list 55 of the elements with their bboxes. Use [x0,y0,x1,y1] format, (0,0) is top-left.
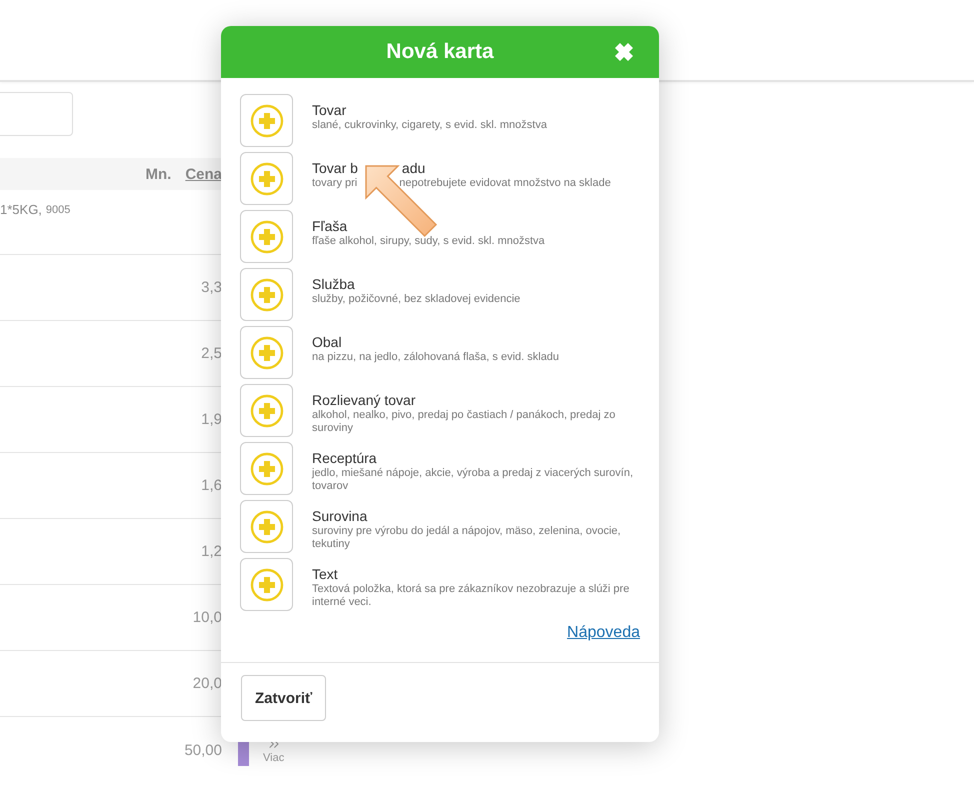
more-button[interactable]: Viac [263,736,284,764]
item-detail: 1*5KG, [0,202,42,217]
plus-icon [250,162,284,196]
card-type-title: Fľaša [312,218,348,234]
card-type-title: Obal [312,334,342,350]
add-button[interactable] [240,500,293,553]
card-type-description: fľaše alkohol, sirupy, sudy, s evid. skl. množstva [312,235,545,247]
price-cell-text: 20,0 [192,675,222,692]
card-type-description: suroviny pre výrobu do jedál a nápojov, mäso, zelenina, ovocie, tekutiny [312,525,621,550]
card-type-description: na pizzu, na jedlo, zálohovaná flaša, s evid. skladu [312,351,560,363]
card-type-title: Text [312,566,338,582]
plus-icon [250,510,284,544]
plus-icon [250,278,284,312]
card-type-description: alkohol, nealko, pivo, predaj po častiach / panákoch, predaj zo suroviny [312,409,616,434]
price-cell-text: 10,0 [192,609,222,626]
card-type-title: Receptúra [312,450,377,466]
plus-icon [250,220,284,254]
card-type-description: služby, požičovné, bez skladovej evidencie [312,293,520,305]
card-type-title: Tovar b [312,160,358,176]
plus-icon [250,394,284,428]
add-button[interactable] [240,152,293,205]
price-cell-text: 1,9 [200,411,222,428]
close-dialog-button[interactable]: Zatvoriť [241,675,326,721]
item-code: 9005 [46,204,70,216]
column-header: Mn. [145,166,172,182]
card-type-description: slané, cukrovinky, cigarety, s evid. skl. množstva [312,119,547,131]
plus-icon [250,568,284,602]
add-button[interactable] [240,94,293,147]
card-type-title: Rozlievaný tovar [312,392,416,408]
add-button[interactable] [240,442,293,495]
card-type-title: Surovina [312,508,368,524]
plus-icon [250,336,284,370]
card-type-title: Tovar [312,102,346,118]
card-type-description: tovary pri [312,177,358,189]
card-type-title: Služba [312,276,355,292]
add-button[interactable] [240,384,293,437]
card-type-description: jedlo, miešané nápoje, akcie, výroba a predaj z viacerých surovín, tovarov [312,467,634,492]
price-cell-text: 1,6 [200,477,222,494]
add-button[interactable] [240,210,293,263]
add-button[interactable] [240,326,293,379]
add-button[interactable] [240,268,293,321]
help-link[interactable]: Nápoveda [567,624,640,642]
plus-icon [250,104,284,138]
price-cell-text: 1,2 [200,543,222,560]
card-type-description: nepotrebujete evidovat množstvo na sklade [399,177,611,189]
price-cell-text: 3,3 [200,279,222,296]
price-cell-text: 50,00 [183,742,222,758]
price-cell-text: 2,5 [200,345,222,362]
search-field[interactable] [0,92,73,136]
plus-icon [250,452,284,486]
card-type-description: Textová položka, ktorá sa pre zákazníkov nezobrazuje a slúži pre interné veci. [312,583,630,608]
dialog-title: Nová karta [386,40,494,64]
add-button[interactable] [240,558,293,611]
column-header[interactable]: Cena [185,166,222,182]
card-type-title: adu [402,160,426,176]
